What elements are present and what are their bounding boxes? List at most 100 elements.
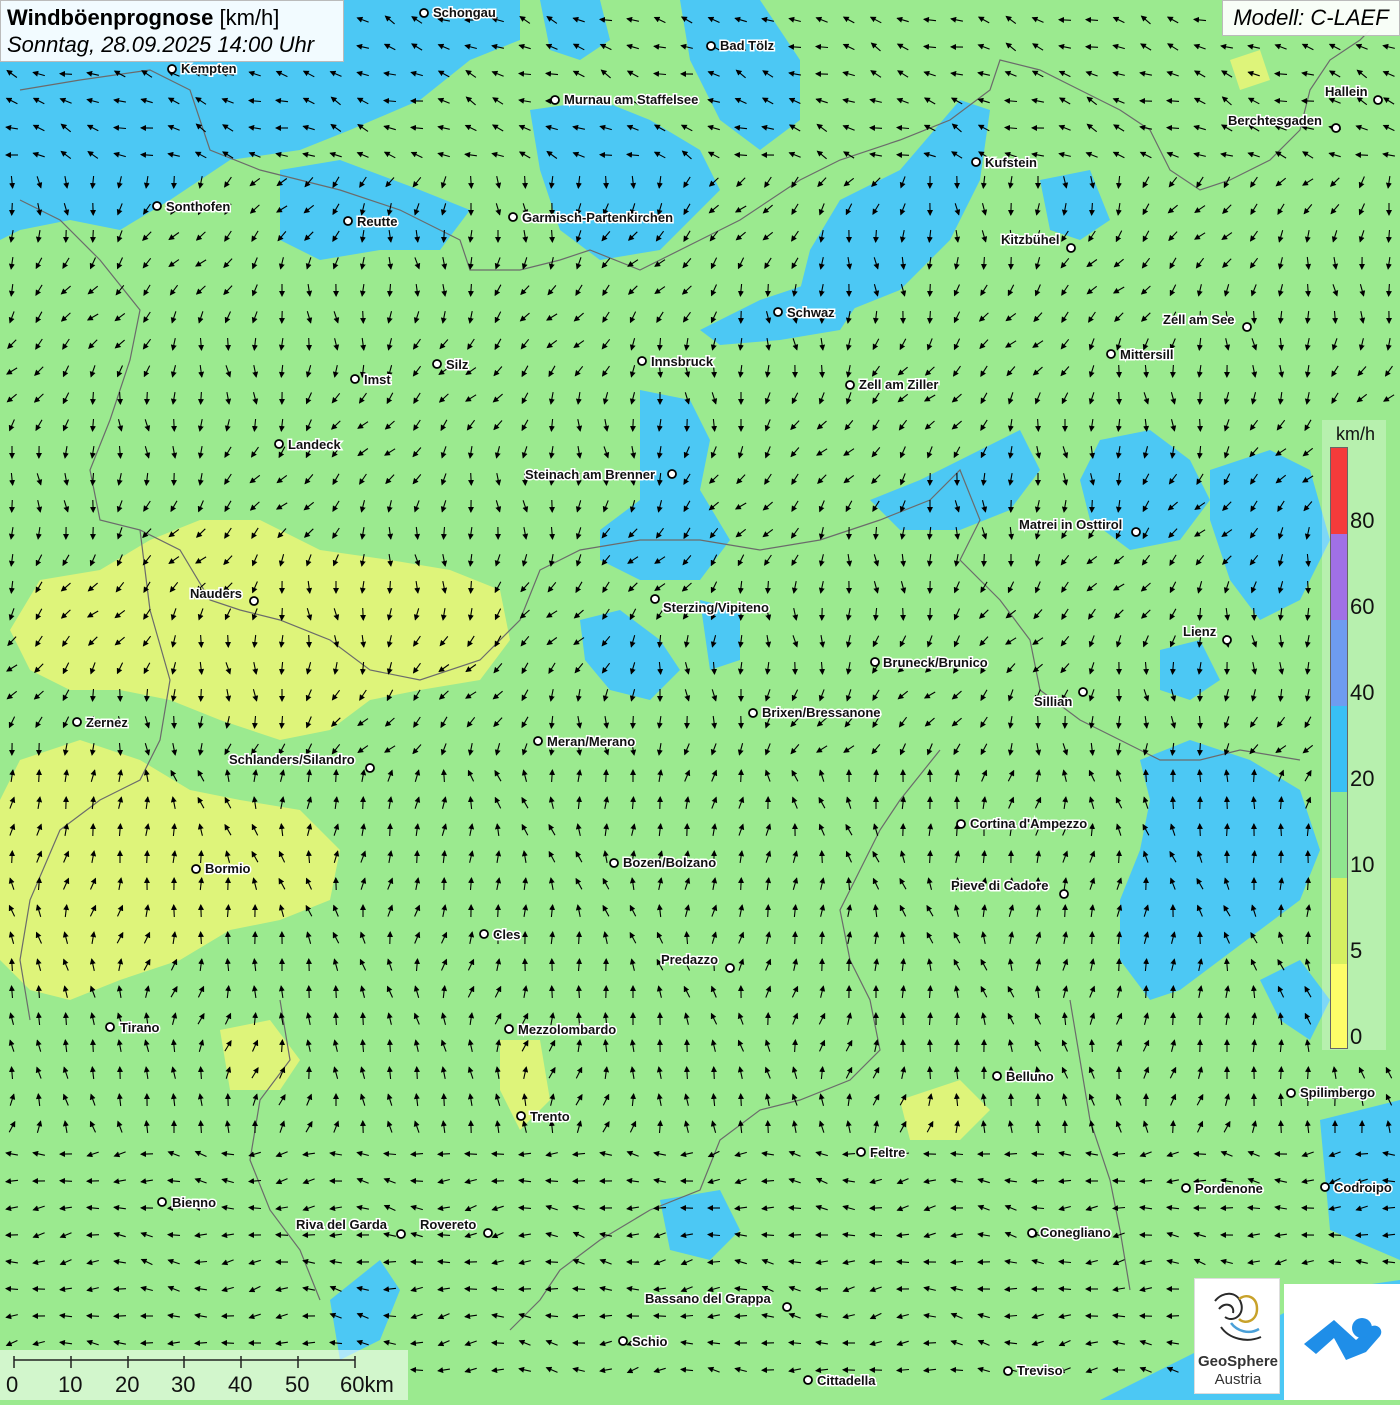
wind-arrow: [174, 716, 175, 728]
wind-arrow: [60, 1181, 72, 1182]
city-label: Schlanders/Silandro: [229, 752, 355, 767]
city-marker: [651, 595, 659, 603]
wind-arrow: [822, 851, 823, 863]
wind-arrow: [12, 500, 13, 512]
wind-arrow: [741, 878, 742, 890]
wind-arrow: [309, 338, 310, 350]
city-marker: [1243, 323, 1251, 331]
wind-arrow: [633, 716, 634, 728]
wind-arrow: [1032, 1154, 1044, 1155]
scale-label: 0: [6, 1372, 18, 1398]
city-label: Kufstein: [985, 155, 1037, 170]
title-text: Windböenprognose: [7, 5, 213, 30]
wind-arrow: [1200, 932, 1201, 944]
legend-segment-80: [1331, 448, 1347, 534]
city-label: Matrei in Osttirol: [1019, 517, 1122, 532]
city-label: Feltre: [870, 1145, 905, 1160]
wind-arrow: [870, 1262, 882, 1263]
wind-arrow: [546, 1262, 558, 1263]
wind-arrow: [768, 284, 769, 296]
city-label: Schio: [632, 1334, 667, 1349]
city-label: Imst: [364, 372, 391, 387]
city-label: Cortina d'Ampezzo: [970, 816, 1087, 831]
wind-arrow: [552, 986, 553, 998]
city-label: Mezzolombardo: [518, 1022, 616, 1037]
wind-arrow: [768, 1121, 769, 1133]
wind-arrow: [606, 770, 607, 782]
wind-arrow: [870, 1208, 882, 1209]
city-marker: [619, 1337, 627, 1345]
city-marker: [1028, 1229, 1036, 1237]
city-marker: [351, 375, 359, 383]
wind-arrow: [1194, 1154, 1206, 1155]
city-label: Bassano del Grappa: [645, 1291, 771, 1306]
wind-arrow: [363, 311, 364, 323]
city-label: Steinach am Brenner: [525, 467, 655, 482]
wind-arrow: [174, 905, 175, 917]
city-marker: [73, 718, 81, 726]
city-label: Bad Tölz: [720, 38, 775, 53]
city-marker: [1223, 636, 1231, 644]
city-marker: [517, 1112, 525, 1120]
wind-arrow: [147, 851, 148, 863]
weather-app-logo: [1284, 1284, 1400, 1400]
wind-arrow: [714, 1067, 715, 1079]
wind-arrow: [984, 554, 985, 566]
city-marker: [534, 737, 542, 745]
wind-arrow: [336, 986, 337, 998]
city-label: Nauders: [190, 586, 242, 601]
city-label: Belluno: [1006, 1069, 1054, 1084]
city-marker: [972, 158, 980, 166]
legend-label: 20: [1350, 766, 1374, 792]
wind-arrow: [930, 284, 931, 296]
city-marker: [1332, 124, 1340, 132]
wind-arrow: [471, 473, 472, 485]
wind-arrow: [741, 1094, 742, 1106]
legend-label: 0: [1350, 1024, 1362, 1050]
legend-segment-40: [1331, 620, 1347, 706]
wind-arrow: [363, 797, 364, 809]
city-marker: [610, 859, 618, 867]
city-label: Hallein: [1325, 84, 1368, 99]
legend-segment-5: [1331, 878, 1347, 964]
wind-arrow: [1119, 959, 1120, 971]
wind-arrow: [444, 1094, 445, 1106]
city-marker: [1079, 688, 1087, 696]
city-label: Zernez: [86, 715, 128, 730]
wind-arrow: [1173, 1013, 1174, 1025]
legend-label: 80: [1350, 508, 1374, 534]
wind-arrow: [39, 770, 40, 782]
city-label: Bormio: [205, 861, 251, 876]
city-marker: [707, 42, 715, 50]
city-label: Schongau: [433, 5, 496, 20]
wind-gust-map: Schongau Bad Tölz Kempten Murnau am Staf…: [0, 0, 1400, 1400]
wind-arrow: [1167, 1316, 1179, 1317]
city-label: Kempten: [181, 61, 237, 76]
city-marker: [158, 1198, 166, 1206]
wind-arrow: [903, 608, 904, 620]
city-marker: [1067, 244, 1075, 252]
city-marker: [192, 865, 200, 873]
wind-arrow: [789, 1235, 801, 1236]
city-label: Zell am See: [1163, 312, 1235, 327]
city-label: Rovereto: [420, 1217, 476, 1232]
city-marker: [774, 308, 782, 316]
city-label: Zell am Ziller: [859, 377, 938, 392]
city-label: Pordenone: [1195, 1181, 1263, 1196]
city-label: Brixen/Bressanone: [762, 705, 881, 720]
map-title: Windböenprognose [km/h]: [7, 5, 337, 31]
city-marker: [726, 964, 734, 972]
wind-arrow: [303, 1235, 315, 1236]
city-marker: [1107, 350, 1115, 358]
wind-arrow: [1146, 986, 1147, 998]
city-marker: [804, 1376, 812, 1384]
city-marker: [1182, 1184, 1190, 1192]
wind-arrow: [741, 770, 742, 782]
wind-arrow: [465, 1289, 477, 1290]
geosphere-logo: GeoSphere Austria: [1194, 1278, 1280, 1394]
wind-arrow: [93, 230, 94, 242]
model-label: Modell: C-LAEF: [1222, 0, 1400, 36]
city-marker: [344, 217, 352, 225]
wind-arrow: [1113, 1181, 1125, 1182]
city-label: Trento: [530, 1109, 570, 1124]
